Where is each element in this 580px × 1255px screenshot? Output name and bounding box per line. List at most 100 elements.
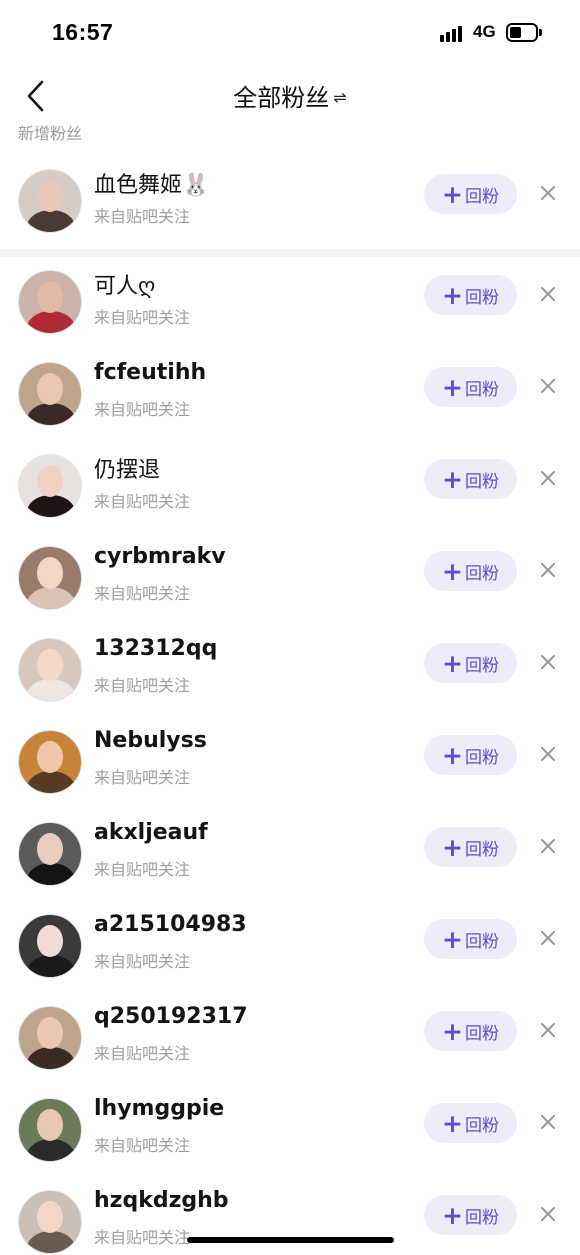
avatar-body xyxy=(27,587,75,609)
follower-name[interactable]: 132312qq xyxy=(94,636,217,661)
follower-name[interactable]: 可人ღ xyxy=(94,268,155,300)
follower-name[interactable]: q250192317 xyxy=(94,1004,248,1029)
avatar[interactable] xyxy=(18,822,82,886)
avatar-face xyxy=(37,1017,63,1049)
remove-follower-button[interactable] xyxy=(537,743,559,765)
follower-row[interactable]: lhymggpie 来自贴吧关注 + 回粉 xyxy=(0,1089,580,1181)
follow-back-button[interactable]: + 回粉 xyxy=(424,1103,517,1143)
avatar-body xyxy=(27,771,75,793)
avatar[interactable] xyxy=(18,1190,82,1254)
follower-row[interactable]: a215104983 来自贴吧关注 + 回粉 xyxy=(0,905,580,997)
close-icon xyxy=(541,655,555,669)
follower-filter-toggle[interactable]: 全部粉丝 ⇌ xyxy=(0,78,580,113)
avatar[interactable] xyxy=(18,638,82,702)
avatar[interactable] xyxy=(18,1098,82,1162)
follower-source: 来自贴吧关注 xyxy=(94,952,191,971)
follower-name[interactable]: akxljeauf xyxy=(94,820,208,845)
remove-follower-button[interactable] xyxy=(537,1019,559,1041)
avatar[interactable] xyxy=(18,914,82,978)
follower-name[interactable]: fcfeutihh xyxy=(94,360,206,385)
follower-name[interactable]: 仍摆退 xyxy=(94,452,160,484)
remove-follower-button[interactable] xyxy=(537,467,559,489)
plus-icon: + xyxy=(442,1016,463,1046)
avatar[interactable] xyxy=(18,454,82,518)
close-icon xyxy=(541,747,555,761)
avatar-body xyxy=(27,210,75,232)
follower-name[interactable]: 血色舞姬🐰 xyxy=(94,167,209,199)
follower-row[interactable]: 132312qq 来自贴吧关注 + 回粉 xyxy=(0,629,580,721)
page-title: 全部粉丝 xyxy=(233,84,330,112)
follower-name[interactable]: lhymggpie xyxy=(94,1096,224,1121)
follower-row[interactable]: 可人ღ 来自贴吧关注 + 回粉 xyxy=(0,261,580,353)
follow-back-label: 回粉 xyxy=(464,1207,499,1228)
remove-follower-button[interactable] xyxy=(537,182,559,204)
follow-back-label: 回粉 xyxy=(464,563,499,584)
follow-back-button[interactable]: + 回粉 xyxy=(424,1195,517,1235)
remove-follower-button[interactable] xyxy=(537,651,559,673)
remove-follower-button[interactable] xyxy=(537,927,559,949)
follow-back-button[interactable]: + 回粉 xyxy=(424,919,517,959)
follower-name[interactable]: a215104983 xyxy=(94,912,247,937)
avatar-body xyxy=(27,955,75,977)
follow-back-button[interactable]: + 回粉 xyxy=(424,643,517,683)
close-icon xyxy=(541,186,555,200)
follower-source: 来自贴吧关注 xyxy=(94,1228,191,1247)
follow-back-button[interactable]: + 回粉 xyxy=(424,459,517,499)
follower-row[interactable]: q250192317 来自贴吧关注 + 回粉 xyxy=(0,997,580,1089)
follower-row[interactable]: fcfeutihh 来自贴吧关注 + 回粉 xyxy=(0,353,580,445)
follower-row[interactable]: akxljeauf 来自贴吧关注 + 回粉 xyxy=(0,813,580,905)
avatar[interactable] xyxy=(18,730,82,794)
follow-back-button[interactable]: + 回粉 xyxy=(424,275,517,315)
close-icon xyxy=(541,1023,555,1037)
remove-follower-button[interactable] xyxy=(537,1111,559,1133)
follower-row[interactable]: 仍摆退 来自贴吧关注 + 回粉 xyxy=(0,445,580,537)
follow-back-label: 回粉 xyxy=(464,747,499,768)
follow-back-button[interactable]: + 回粉 xyxy=(424,367,517,407)
follower-name[interactable]: cyrbmrakv xyxy=(94,544,226,569)
avatar-body xyxy=(27,1231,75,1253)
plus-icon: + xyxy=(442,1108,463,1138)
follow-back-button[interactable]: + 回粉 xyxy=(424,174,517,214)
avatar[interactable] xyxy=(18,169,82,233)
avatar-body xyxy=(27,403,75,425)
remove-follower-button[interactable] xyxy=(537,375,559,397)
plus-icon: + xyxy=(442,464,463,494)
follow-back-button[interactable]: + 回粉 xyxy=(424,1011,517,1051)
plus-icon: + xyxy=(442,924,463,954)
close-icon xyxy=(541,931,555,945)
avatar-body xyxy=(27,311,75,333)
avatar-face xyxy=(37,465,63,497)
follow-back-button[interactable]: + 回粉 xyxy=(424,735,517,775)
follow-back-button[interactable]: + 回粉 xyxy=(424,551,517,591)
follower-row[interactable]: Nebulyss 来自贴吧关注 + 回粉 xyxy=(0,721,580,813)
remove-follower-button[interactable] xyxy=(537,1203,559,1225)
follower-source: 来自贴吧关注 xyxy=(94,860,191,879)
follow-back-label: 回粉 xyxy=(464,1115,499,1136)
remove-follower-button[interactable] xyxy=(537,835,559,857)
nav-bar: 全部粉丝 ⇌ xyxy=(0,66,580,122)
follower-row[interactable]: 血色舞姬🐰 来自贴吧关注 + 回粉 xyxy=(0,160,580,252)
avatar-body xyxy=(27,679,75,701)
avatar[interactable] xyxy=(18,362,82,426)
close-icon xyxy=(541,471,555,485)
avatar-face xyxy=(37,1109,63,1141)
remove-follower-button[interactable] xyxy=(537,559,559,581)
avatar-face xyxy=(37,741,63,773)
avatar[interactable] xyxy=(18,1006,82,1070)
avatar[interactable] xyxy=(18,270,82,334)
follower-name[interactable]: hzqkdzghb xyxy=(94,1188,229,1213)
plus-icon: + xyxy=(442,280,463,310)
switch-arrows-icon: ⇌ xyxy=(333,88,347,107)
follower-source: 来自贴吧关注 xyxy=(94,1044,191,1063)
plus-icon: + xyxy=(442,832,463,862)
avatar[interactable] xyxy=(18,546,82,610)
follower-name[interactable]: Nebulyss xyxy=(94,728,207,753)
avatar-body xyxy=(27,1139,75,1161)
remove-follower-button[interactable] xyxy=(537,283,559,305)
follow-back-label: 回粉 xyxy=(464,379,499,400)
follower-row[interactable]: hzqkdzghb 来自贴吧关注 + 回粉 xyxy=(0,1181,580,1255)
follow-back-button[interactable]: + 回粉 xyxy=(424,827,517,867)
follower-row[interactable]: cyrbmrakv 来自贴吧关注 + 回粉 xyxy=(0,537,580,629)
new-followers-label: 新增粉丝 xyxy=(18,124,83,143)
plus-icon: + xyxy=(442,556,463,586)
